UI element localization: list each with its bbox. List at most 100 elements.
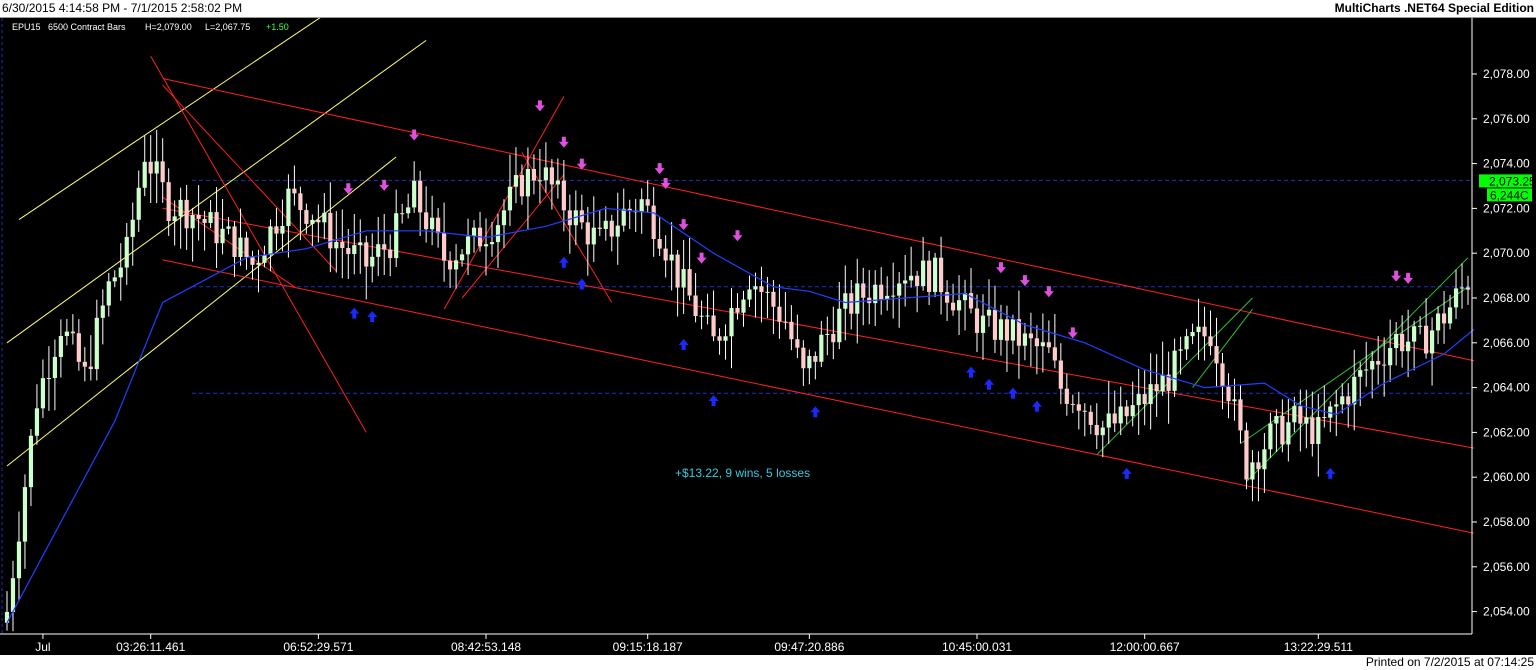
candle-up <box>322 212 327 223</box>
candle-down <box>1441 313 1447 324</box>
candle-down <box>346 247 351 254</box>
candle-down <box>992 309 998 340</box>
candle-down <box>531 169 537 181</box>
candle-up <box>142 161 147 188</box>
candle-down <box>831 333 836 343</box>
candle-down <box>1088 411 1093 425</box>
y-tick-label: 2,078.00 <box>1483 67 1530 81</box>
candle-up <box>1130 405 1135 417</box>
candle-up <box>22 487 28 542</box>
candle-up <box>1459 287 1465 289</box>
candle-up <box>376 244 381 257</box>
candle-down <box>196 214 201 219</box>
candle-down <box>400 213 405 215</box>
candle-up <box>537 180 542 182</box>
chart-background <box>0 18 1536 655</box>
candle-down <box>160 161 165 183</box>
candle-down <box>70 331 75 334</box>
candle-up <box>843 293 848 309</box>
candle-down <box>927 260 932 292</box>
printed-timestamp: Printed on 7/2/2015 at 07:14:25 <box>1365 655 1534 669</box>
candle-up <box>130 219 135 237</box>
volume-value: 6,244C <box>1490 188 1529 202</box>
candle-up <box>998 319 1004 340</box>
candle-down <box>1465 287 1471 290</box>
candle-up <box>501 210 507 226</box>
candle-up <box>723 336 728 341</box>
candle-down <box>609 220 614 237</box>
candle-up <box>52 356 57 378</box>
candle-up <box>980 315 986 333</box>
candle-up <box>256 262 261 265</box>
candle-up <box>1340 396 1345 405</box>
candle-down <box>250 257 255 265</box>
candle-up <box>34 408 40 436</box>
candle-up <box>729 308 734 337</box>
candle-down <box>76 333 81 362</box>
candle-down <box>938 257 944 293</box>
candle-up <box>1435 313 1441 331</box>
x-tick-label: 10:45:00.031 <box>942 640 1012 654</box>
candle-down <box>364 242 369 267</box>
candle-down <box>1076 404 1081 411</box>
candle-up <box>1022 333 1028 346</box>
candle-down <box>849 293 854 314</box>
price-tag-group: 2,073.25 6,244C <box>1479 174 1536 202</box>
candle-up <box>741 299 746 313</box>
y-tick-label: 2,070.00 <box>1483 246 1530 260</box>
candle-down <box>304 210 309 224</box>
candle-down <box>1280 416 1285 445</box>
candle-down <box>789 321 794 340</box>
candle-up <box>10 578 16 612</box>
candle-up <box>1292 406 1297 423</box>
candle-up <box>669 254 674 261</box>
candle-down <box>1052 347 1057 361</box>
legend-low: L=2,067.75 <box>205 22 250 32</box>
candle-down <box>687 269 692 296</box>
candle-up <box>1358 370 1363 377</box>
last-price-value: 2,073.25 <box>1489 174 1536 188</box>
y-tick-label: 2,068.00 <box>1483 291 1530 305</box>
candle-up <box>1412 326 1417 342</box>
candle-up <box>1118 406 1123 424</box>
candle-up <box>615 225 620 237</box>
candle-up <box>394 213 399 259</box>
candle-down <box>148 161 153 174</box>
candle-up <box>208 212 213 223</box>
candle-up <box>280 226 285 234</box>
candle-down <box>316 219 321 223</box>
candle-up <box>459 254 465 261</box>
legend-change: +1.50 <box>266 22 289 32</box>
candle-down <box>1142 394 1147 405</box>
candle-up <box>28 435 34 488</box>
candle-down <box>950 302 956 311</box>
price-chart[interactable]: 2,054.00 2,056.00 2,058.00 2,060.00 2,062.00… <box>0 6 1536 655</box>
candle-down <box>88 366 93 370</box>
candle-down <box>795 339 800 348</box>
candle-up <box>471 227 477 237</box>
candle-up <box>238 237 243 257</box>
candle-up <box>118 267 123 278</box>
candle-down <box>166 182 171 221</box>
chart-area[interactable]: 2,054.00 2,056.00 2,058.00 2,060.00 2,062.00… <box>0 6 1536 655</box>
candle-up <box>1184 336 1189 350</box>
candle-down <box>759 286 764 292</box>
candle-up <box>543 167 548 181</box>
candle-up <box>124 236 129 268</box>
y-tick-label: 2,072.00 <box>1483 201 1530 215</box>
candle-up <box>1274 416 1279 424</box>
candle-down <box>663 248 668 261</box>
candle-down <box>974 308 980 333</box>
candle-up <box>705 315 710 317</box>
candle-up <box>765 291 770 293</box>
candle-up <box>1394 333 1399 349</box>
candle-up <box>807 355 812 369</box>
y-tick-label: 2,062.00 <box>1483 425 1530 439</box>
candle-up <box>909 275 914 281</box>
candle-down <box>693 295 698 317</box>
candle-down <box>549 167 554 185</box>
candle-up <box>352 245 357 254</box>
x-tick-label: 03:26:11.461 <box>116 640 186 654</box>
candle-down <box>801 347 806 369</box>
candle-up <box>495 225 501 243</box>
